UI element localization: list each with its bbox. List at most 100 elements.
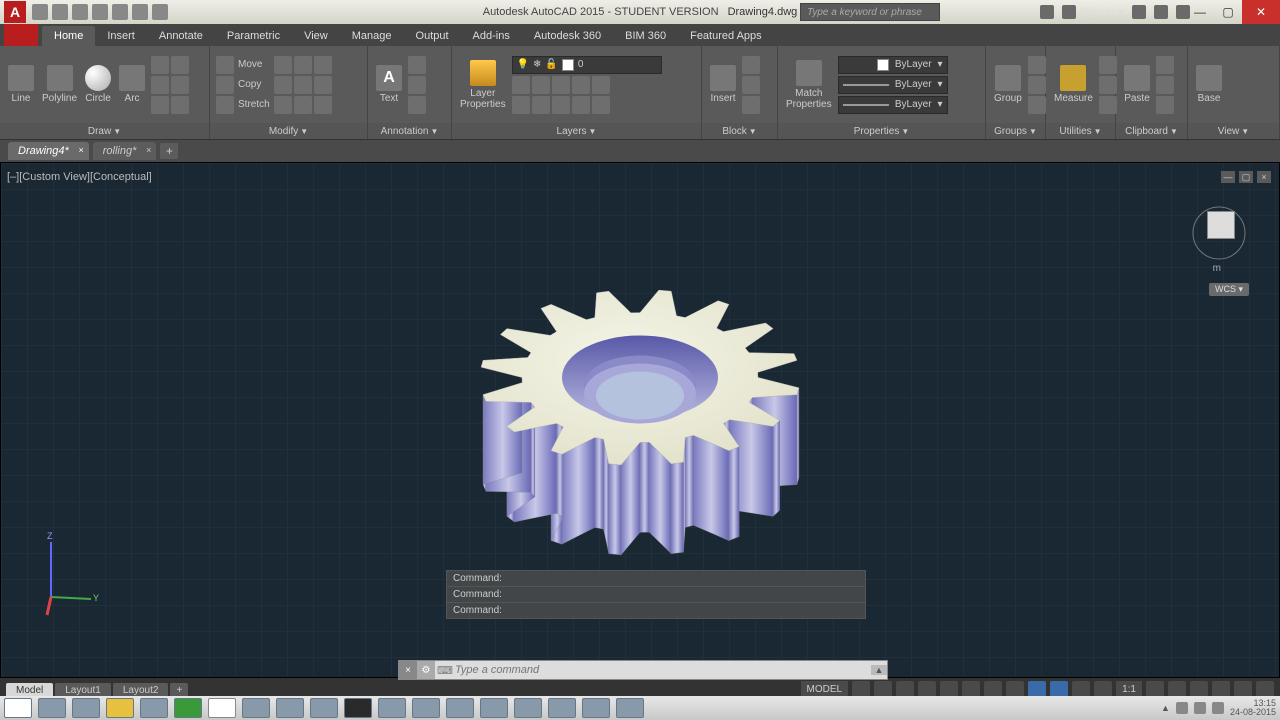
new-doc-button[interactable]: +	[160, 143, 178, 159]
3dosnap-toggle-icon[interactable]	[1050, 681, 1068, 697]
tab-bim360[interactable]: BIM 360	[613, 26, 678, 46]
qat-new-icon[interactable]	[32, 4, 48, 20]
cut-icon[interactable]	[1156, 56, 1174, 74]
layer-on-icon[interactable]	[552, 96, 570, 114]
select-all-icon[interactable]	[1099, 56, 1117, 74]
paste-special-icon[interactable]	[1156, 96, 1174, 114]
doc-tab-rolling[interactable]: rolling*×	[93, 142, 157, 160]
array-icon[interactable]	[294, 96, 312, 114]
tab-addins[interactable]: Add-ins	[461, 26, 522, 46]
color-combo[interactable]: ByLayer▾	[838, 56, 948, 74]
offset-icon[interactable]	[314, 96, 332, 114]
arc-button[interactable]: Arc	[117, 65, 147, 104]
ungroup-icon[interactable]	[1028, 56, 1046, 74]
tray-expand-icon[interactable]: ▲	[1161, 703, 1170, 713]
draw-flyout-icon[interactable]	[171, 56, 189, 74]
tab-insert[interactable]: Insert	[95, 26, 147, 46]
create-block-icon[interactable]	[742, 56, 760, 74]
trim-icon[interactable]	[294, 56, 312, 74]
snap-toggle-icon[interactable]	[874, 681, 892, 697]
qat-plot-icon[interactable]	[112, 4, 128, 20]
ellipse-icon[interactable]	[151, 76, 169, 94]
taskbar-app6-icon[interactable]	[514, 698, 542, 718]
viewcube-face[interactable]	[1207, 211, 1235, 239]
taskbar-dev-icon[interactable]	[446, 698, 474, 718]
layer-thaw-icon[interactable]	[572, 96, 590, 114]
close-button[interactable]: ✕	[1242, 0, 1280, 24]
tab-manage[interactable]: Manage	[340, 26, 404, 46]
taskbar-chrome-icon[interactable]	[106, 698, 134, 718]
osnap-toggle-icon[interactable]	[940, 681, 958, 697]
taskbar-ie-icon[interactable]	[72, 698, 100, 718]
qat-undo-icon[interactable]	[132, 4, 148, 20]
qat-save-icon[interactable]	[72, 4, 88, 20]
group-button[interactable]: Group	[992, 65, 1024, 104]
copy-button[interactable]: Copy	[216, 76, 270, 94]
layer-off-icon[interactable]	[532, 76, 550, 94]
qat-redo-icon[interactable]	[152, 4, 168, 20]
doc-tab-drawing4[interactable]: Drawing4*×	[8, 142, 89, 160]
hardware-accel-icon[interactable]	[1190, 681, 1208, 697]
base-button[interactable]: Base	[1194, 65, 1224, 104]
layer-prev-icon[interactable]	[512, 96, 530, 114]
wcs-badge[interactable]: WCS ▾	[1209, 283, 1249, 296]
qat-open-icon[interactable]	[52, 4, 68, 20]
taskbar-app4-icon[interactable]	[412, 698, 440, 718]
layer-match-icon[interactable]	[592, 76, 610, 94]
tray-flag-icon[interactable]	[1176, 702, 1188, 714]
taskbar-explorer-icon[interactable]	[38, 698, 66, 718]
taskbar-nvidia-icon[interactable]	[344, 698, 372, 718]
taskbar-app3-icon[interactable]	[378, 698, 406, 718]
close-icon[interactable]: ×	[78, 145, 83, 155]
vp-maximize-icon[interactable]: ▢	[1239, 171, 1253, 183]
tab-output[interactable]: Output	[404, 26, 461, 46]
isolate-objects-icon[interactable]	[1212, 681, 1230, 697]
viewport-label[interactable]: [–][Custom View][Conceptual]	[7, 171, 152, 183]
erase-icon[interactable]	[314, 56, 332, 74]
group-sel-icon[interactable]	[1028, 96, 1046, 114]
circle-button[interactable]: Circle	[83, 65, 113, 104]
tab-featured-apps[interactable]: Featured Apps	[678, 26, 774, 46]
tab-home[interactable]: Home	[42, 26, 95, 46]
tab-autodesk360[interactable]: Autodesk 360	[522, 26, 613, 46]
quick-calc-icon[interactable]	[1099, 76, 1117, 94]
layer-properties-button[interactable]: Layer Properties	[458, 60, 508, 110]
tray-network-icon[interactable]	[1194, 702, 1206, 714]
text-button[interactable]: AText	[374, 65, 404, 104]
scale-icon[interactable]	[274, 96, 292, 114]
linetype-combo[interactable]: ByLayer▾	[838, 96, 948, 114]
tray-clock[interactable]: 13:15 24-08-2015	[1230, 699, 1276, 717]
layer-uniso-icon[interactable]	[532, 96, 550, 114]
tab-annotate[interactable]: Annotate	[147, 26, 215, 46]
grid-toggle-icon[interactable]	[852, 681, 870, 697]
command-input[interactable]	[455, 664, 871, 676]
application-menu-button[interactable]	[4, 24, 38, 46]
exchange-icon[interactable]	[1132, 5, 1146, 19]
tray-volume-icon[interactable]	[1212, 702, 1224, 714]
autocad-logo-icon[interactable]: A	[4, 1, 26, 23]
layer-iso-icon[interactable]	[512, 76, 530, 94]
drawing-viewport[interactable]: [–][Custom View][Conceptual] — ▢ ×	[0, 162, 1280, 678]
taskbar-notes-icon[interactable]	[616, 698, 644, 718]
customize-icon[interactable]	[1256, 681, 1274, 697]
copy-clip-icon[interactable]	[1156, 76, 1174, 94]
leader-icon[interactable]	[408, 76, 426, 94]
otrack-toggle-icon[interactable]	[962, 681, 980, 697]
command-close-icon[interactable]: ×	[399, 661, 417, 679]
command-options-icon[interactable]: ⚙	[417, 661, 435, 679]
fillet-icon[interactable]	[294, 76, 312, 94]
layer-lock-icon[interactable]	[572, 76, 590, 94]
explode-icon[interactable]	[314, 76, 332, 94]
clean-screen-icon[interactable]	[1234, 681, 1252, 697]
match-properties-button[interactable]: Match Properties	[784, 60, 834, 110]
rotate-icon[interactable]	[274, 56, 292, 74]
vp-close-icon[interactable]: ×	[1257, 171, 1271, 183]
viewcube[interactable]	[1189, 203, 1249, 263]
minimize-button[interactable]: —	[1186, 0, 1214, 24]
layer-combo[interactable]: 💡 ❄ 🔓 0	[512, 56, 662, 74]
taskbar-app7-icon[interactable]	[548, 698, 576, 718]
taskbar-app1-icon[interactable]	[242, 698, 270, 718]
stretch-button[interactable]: Stretch	[216, 96, 270, 114]
taskbar-itunes-icon[interactable]	[310, 698, 338, 718]
infocenter-icon[interactable]	[1040, 5, 1054, 19]
